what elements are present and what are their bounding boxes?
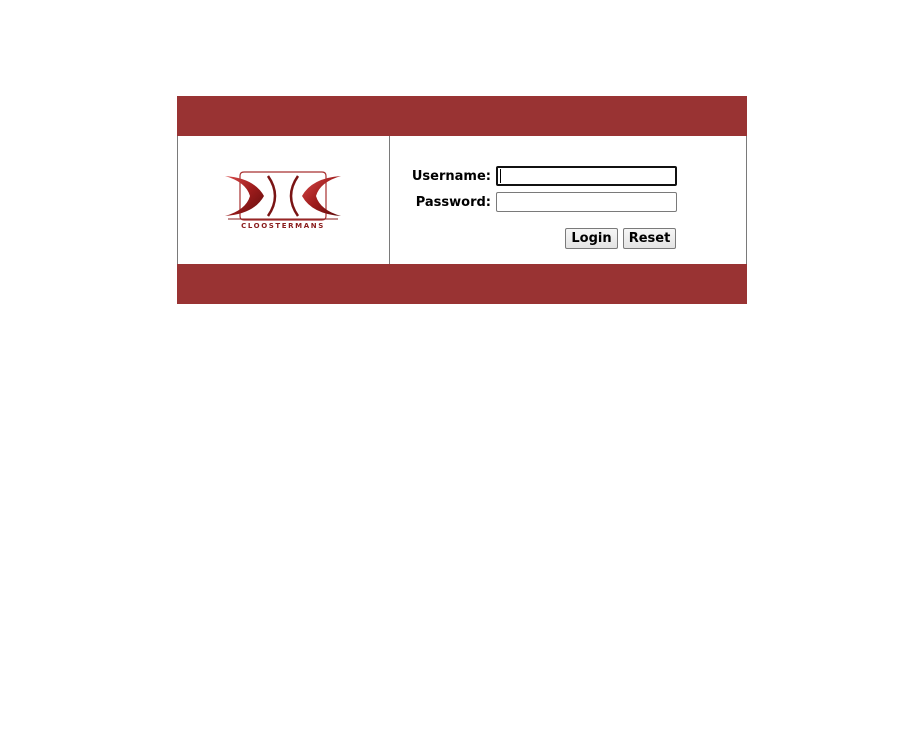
login-panel: CLOOSTERMANS Username: Password: Login R… [177, 96, 747, 304]
logo-mark-icon [225, 171, 341, 221]
login-body: CLOOSTERMANS Username: Password: Login R… [177, 136, 747, 264]
password-input[interactable] [496, 192, 677, 212]
text-cursor [500, 169, 501, 183]
reset-button[interactable]: Reset [623, 228, 676, 249]
password-label: Password: [415, 195, 491, 210]
logo-text: CLOOSTERMANS [241, 222, 325, 230]
logo-cell: CLOOSTERMANS [178, 136, 390, 264]
login-form: Username: Password: Login Reset [390, 136, 746, 264]
username-input[interactable] [496, 166, 677, 186]
company-logo: CLOOSTERMANS [224, 170, 342, 232]
footer-band [177, 264, 747, 304]
header-band [177, 96, 747, 136]
username-label: Username: [411, 169, 491, 184]
login-button[interactable]: Login [565, 228, 618, 249]
